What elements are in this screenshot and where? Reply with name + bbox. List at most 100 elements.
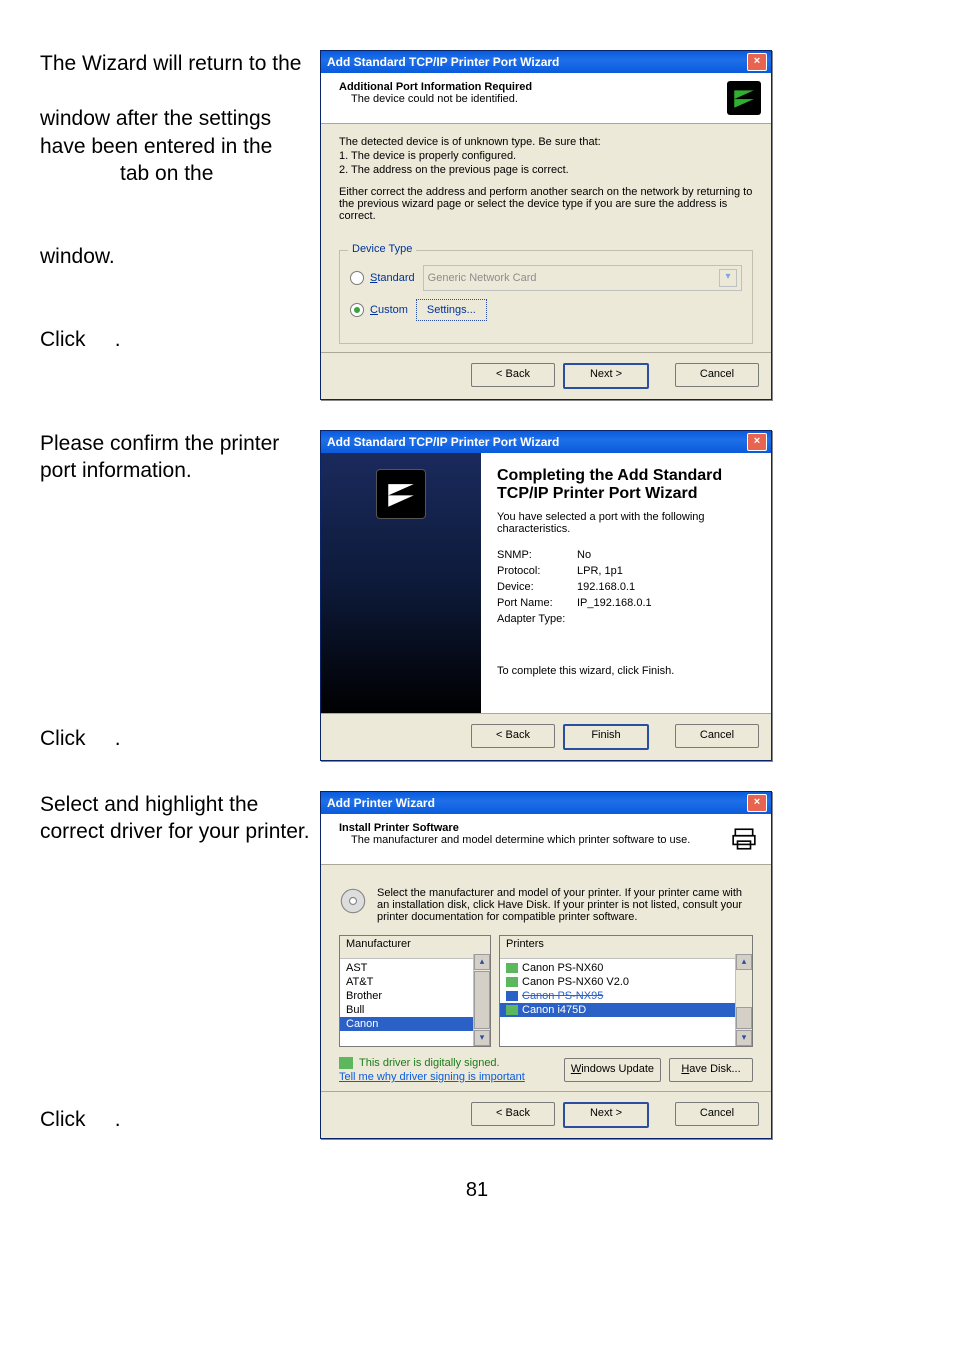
printer-icon bbox=[727, 822, 761, 856]
completion-body: Completing the Add Standard TCP/IP Print… bbox=[321, 453, 771, 713]
scrollbar[interactable]: ▴ ▾ bbox=[735, 954, 752, 1046]
scroll-down-icon[interactable]: ▾ bbox=[474, 1030, 490, 1046]
titlebar[interactable]: Add Standard TCP/IP Printer Port Wizard … bbox=[321, 51, 771, 73]
instr-text: window after the settings have been ente… bbox=[40, 105, 310, 160]
list-item-selected[interactable]: Canon bbox=[340, 1017, 490, 1031]
have-disk-button[interactable]: Have Disk... bbox=[669, 1058, 753, 1082]
list-item[interactable]: Brother bbox=[340, 989, 490, 1003]
scroll-thumb[interactable] bbox=[736, 1007, 752, 1029]
scroll-up-icon[interactable]: ▴ bbox=[736, 954, 752, 970]
instr-text: Select and highlight the correct driver … bbox=[40, 791, 310, 846]
signed-icon bbox=[506, 977, 518, 987]
instr-text: tab on the bbox=[40, 160, 310, 187]
list-item[interactable]: Bull bbox=[340, 1003, 490, 1017]
windows-update-button[interactable]: Windows Update bbox=[564, 1058, 661, 1082]
titlebar[interactable]: Add Standard TCP/IP Printer Port Wizard … bbox=[321, 431, 771, 453]
signed-status: This driver is digitally signed. bbox=[339, 1057, 525, 1069]
instr-text: window. bbox=[40, 243, 310, 270]
window-title: Add Standard TCP/IP Printer Port Wizard bbox=[327, 55, 559, 69]
finish-button[interactable]: Finish bbox=[563, 724, 649, 750]
kv-adapter: Adapter Type: bbox=[497, 613, 755, 625]
screenshot-1: Add Standard TCP/IP Printer Port Wizard … bbox=[320, 50, 914, 400]
window-title: Add Standard TCP/IP Printer Port Wizard bbox=[327, 435, 559, 449]
explain-text: 1. The device is properly configured. bbox=[339, 150, 753, 162]
close-icon[interactable]: × bbox=[747, 433, 767, 451]
completion-content: Completing the Add Standard TCP/IP Print… bbox=[481, 453, 771, 713]
button-bar: < Back Next > Cancel bbox=[321, 1091, 771, 1138]
header-title: Additional Port Information Required bbox=[339, 81, 719, 93]
window-title: Add Printer Wizard bbox=[327, 796, 435, 810]
back-button[interactable]: < Back bbox=[471, 363, 555, 387]
close-icon[interactable]: × bbox=[747, 794, 767, 812]
signed-icon bbox=[506, 991, 518, 1001]
list-item[interactable]: AT&T bbox=[340, 975, 490, 989]
custom-radio-row[interactable]: Custom Settings... bbox=[350, 299, 742, 321]
radio-unselected-icon[interactable] bbox=[350, 271, 364, 285]
add-printer-wizard-dialog: Add Printer Wizard × Install Printer Sof… bbox=[320, 791, 772, 1139]
driver-signed-row: This driver is digitally signed. Tell me… bbox=[339, 1057, 753, 1083]
list-item[interactable]: Canon PS-NX95 bbox=[500, 989, 752, 1003]
device-type-dropdown: Generic Network Card ▾ bbox=[423, 265, 742, 291]
kv-snmp: SNMP:No bbox=[497, 549, 755, 561]
instr-text: Please confirm the printer port informat… bbox=[40, 430, 310, 485]
section-2: Please confirm the printer port informat… bbox=[40, 430, 914, 761]
wizard-header: Additional Port Information Required The… bbox=[321, 73, 771, 124]
radio-label: Standard bbox=[370, 272, 415, 284]
cancel-button[interactable]: Cancel bbox=[675, 724, 759, 748]
radio-selected-icon[interactable] bbox=[350, 303, 364, 317]
next-button[interactable]: Next > bbox=[563, 1102, 649, 1128]
close-icon[interactable]: × bbox=[747, 53, 767, 71]
explain-text: Either correct the address and perform a… bbox=[339, 186, 753, 222]
scrollbar[interactable]: ▴ ▾ bbox=[473, 954, 490, 1046]
instruction-text: Select the manufacturer and model of you… bbox=[377, 887, 753, 923]
signed-icon bbox=[339, 1057, 353, 1069]
printer-port-icon bbox=[376, 469, 426, 519]
button-bar: < Back Finish Cancel bbox=[321, 713, 771, 760]
button-bar: < Back Next > Cancel bbox=[321, 352, 771, 399]
instr-text: The Wizard will return to the bbox=[40, 50, 310, 77]
scroll-down-icon[interactable]: ▾ bbox=[736, 1030, 752, 1046]
back-button[interactable]: < Back bbox=[471, 724, 555, 748]
list-header: Manufacturer bbox=[340, 936, 490, 959]
scroll-up-icon[interactable]: ▴ bbox=[474, 954, 490, 970]
cancel-button[interactable]: Cancel bbox=[675, 1102, 759, 1126]
completion-title: Completing the Add Standard TCP/IP Print… bbox=[497, 467, 755, 503]
groupbox-legend: Device Type bbox=[348, 243, 416, 255]
standard-radio-row[interactable]: Standard Generic Network Card ▾ bbox=[350, 265, 742, 291]
titlebar[interactable]: Add Printer Wizard × bbox=[321, 792, 771, 814]
page-number: 81 bbox=[40, 1179, 914, 1202]
instr-text: Click . bbox=[40, 1106, 310, 1133]
settings-button[interactable]: Settings... bbox=[416, 299, 487, 321]
list-item[interactable]: Canon PS-NX60 V2.0 bbox=[500, 975, 752, 989]
screenshot-3: Add Printer Wizard × Install Printer Sof… bbox=[320, 791, 914, 1139]
header-title: Install Printer Software bbox=[339, 822, 719, 834]
chevron-down-icon: ▾ bbox=[719, 269, 737, 287]
printers-list[interactable]: Printers Canon PS-NX60 Canon PS-NX60 V2.… bbox=[499, 935, 753, 1047]
explain-text: 2. The address on the previous page is c… bbox=[339, 164, 753, 176]
why-signing-link[interactable]: Tell me why driver signing is important bbox=[339, 1071, 525, 1083]
instruction-row: Select the manufacturer and model of you… bbox=[339, 887, 753, 923]
instr-text: Click . bbox=[40, 725, 310, 752]
explain-text: The detected device is of unknown type. … bbox=[339, 136, 753, 148]
wizard-body: The detected device is of unknown type. … bbox=[321, 124, 771, 352]
header-subtitle: The device could not be identified. bbox=[339, 93, 719, 105]
signed-icon bbox=[506, 963, 518, 973]
list-item[interactable]: AST bbox=[340, 961, 490, 975]
kv-portname: Port Name:IP_192.168.0.1 bbox=[497, 597, 755, 609]
list-header: Printers bbox=[500, 936, 752, 959]
wizard-header: Install Printer Software The manufacture… bbox=[321, 814, 771, 865]
list-item-selected[interactable]: Canon i475D bbox=[500, 1003, 752, 1017]
completion-footer: To complete this wizard, click Finish. bbox=[497, 665, 755, 677]
next-button[interactable]: Next > bbox=[563, 363, 649, 389]
list-item[interactable]: Canon PS-NX60 bbox=[500, 961, 752, 975]
back-button[interactable]: < Back bbox=[471, 1102, 555, 1126]
cancel-button[interactable]: Cancel bbox=[675, 363, 759, 387]
scroll-thumb[interactable] bbox=[474, 971, 490, 1029]
wizard-side-panel bbox=[321, 453, 481, 713]
radio-label: Custom bbox=[370, 304, 408, 316]
signed-icon bbox=[506, 1005, 518, 1015]
wizard-body: Select the manufacturer and model of you… bbox=[321, 865, 771, 1091]
screenshot-2: Add Standard TCP/IP Printer Port Wizard … bbox=[320, 430, 914, 761]
kv-device: Device:192.168.0.1 bbox=[497, 581, 755, 593]
manufacturer-list[interactable]: Manufacturer AST AT&T Brother Bull Canon… bbox=[339, 935, 491, 1047]
